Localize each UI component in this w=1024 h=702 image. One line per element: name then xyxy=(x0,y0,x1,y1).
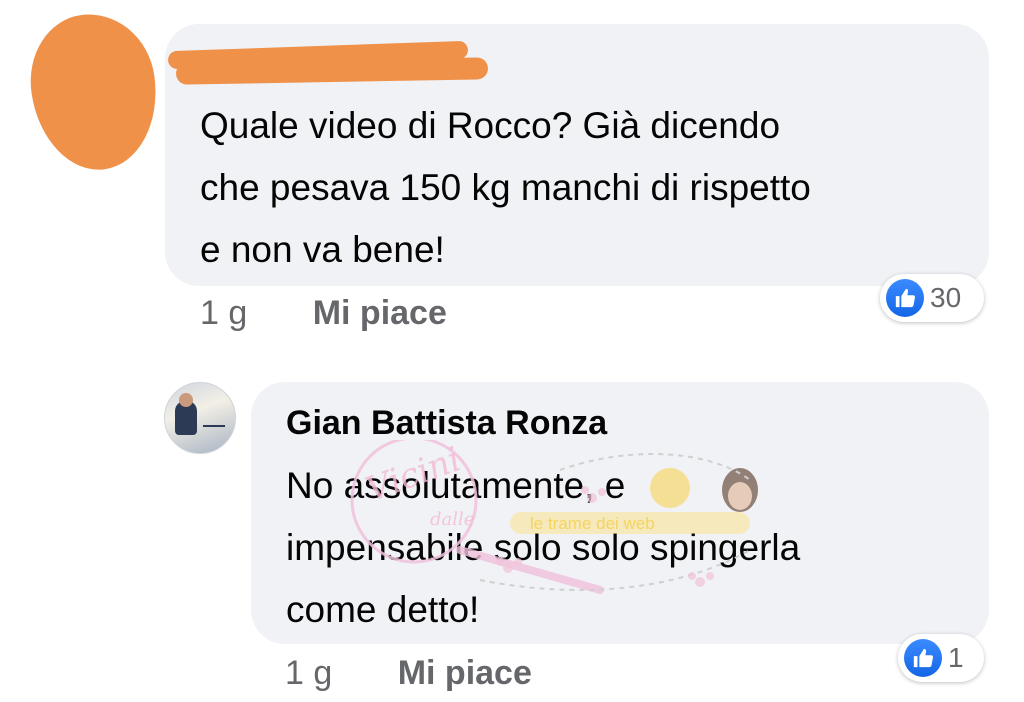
comment-text-2: No assolutamente, e impensabile solo sol… xyxy=(286,455,966,641)
avatar-photo[interactable] xyxy=(164,382,236,454)
like-button[interactable]: Mi piace xyxy=(313,294,447,332)
comment-meta-2: 1 g Mi piace xyxy=(285,654,532,693)
comment-line: che pesava 150 kg manchi di rispetto xyxy=(200,167,811,208)
reaction-summary-2[interactable]: 1 xyxy=(898,634,984,682)
reaction-summary-1[interactable]: 30 xyxy=(880,274,984,322)
comment-line: Quale video di Rocco? Già dicendo xyxy=(200,105,781,146)
timestamp[interactable]: 1 g xyxy=(200,294,247,332)
comment-line: e non va bene! xyxy=(200,229,445,270)
comment-meta-1: 1 g Mi piace xyxy=(200,294,447,333)
comment-line: No assolutamente, e xyxy=(286,465,626,506)
like-thumb-icon xyxy=(886,279,924,317)
like-thumb-icon xyxy=(904,639,942,677)
avatar-redacted[interactable] xyxy=(21,6,167,178)
author-name[interactable]: Gian Battista Ronza xyxy=(286,404,607,443)
timestamp[interactable]: 1 g xyxy=(285,654,332,692)
like-button[interactable]: Mi piace xyxy=(398,654,532,692)
comment-text-1: Quale video di Rocco? Già dicendo che pe… xyxy=(200,95,970,281)
reaction-count: 1 xyxy=(948,642,964,673)
reaction-count: 30 xyxy=(930,282,962,313)
comment-line: come detto! xyxy=(286,589,480,630)
author-name-redacted[interactable] xyxy=(167,40,489,88)
comment-line: impensabile solo solo spingerla xyxy=(286,527,801,568)
